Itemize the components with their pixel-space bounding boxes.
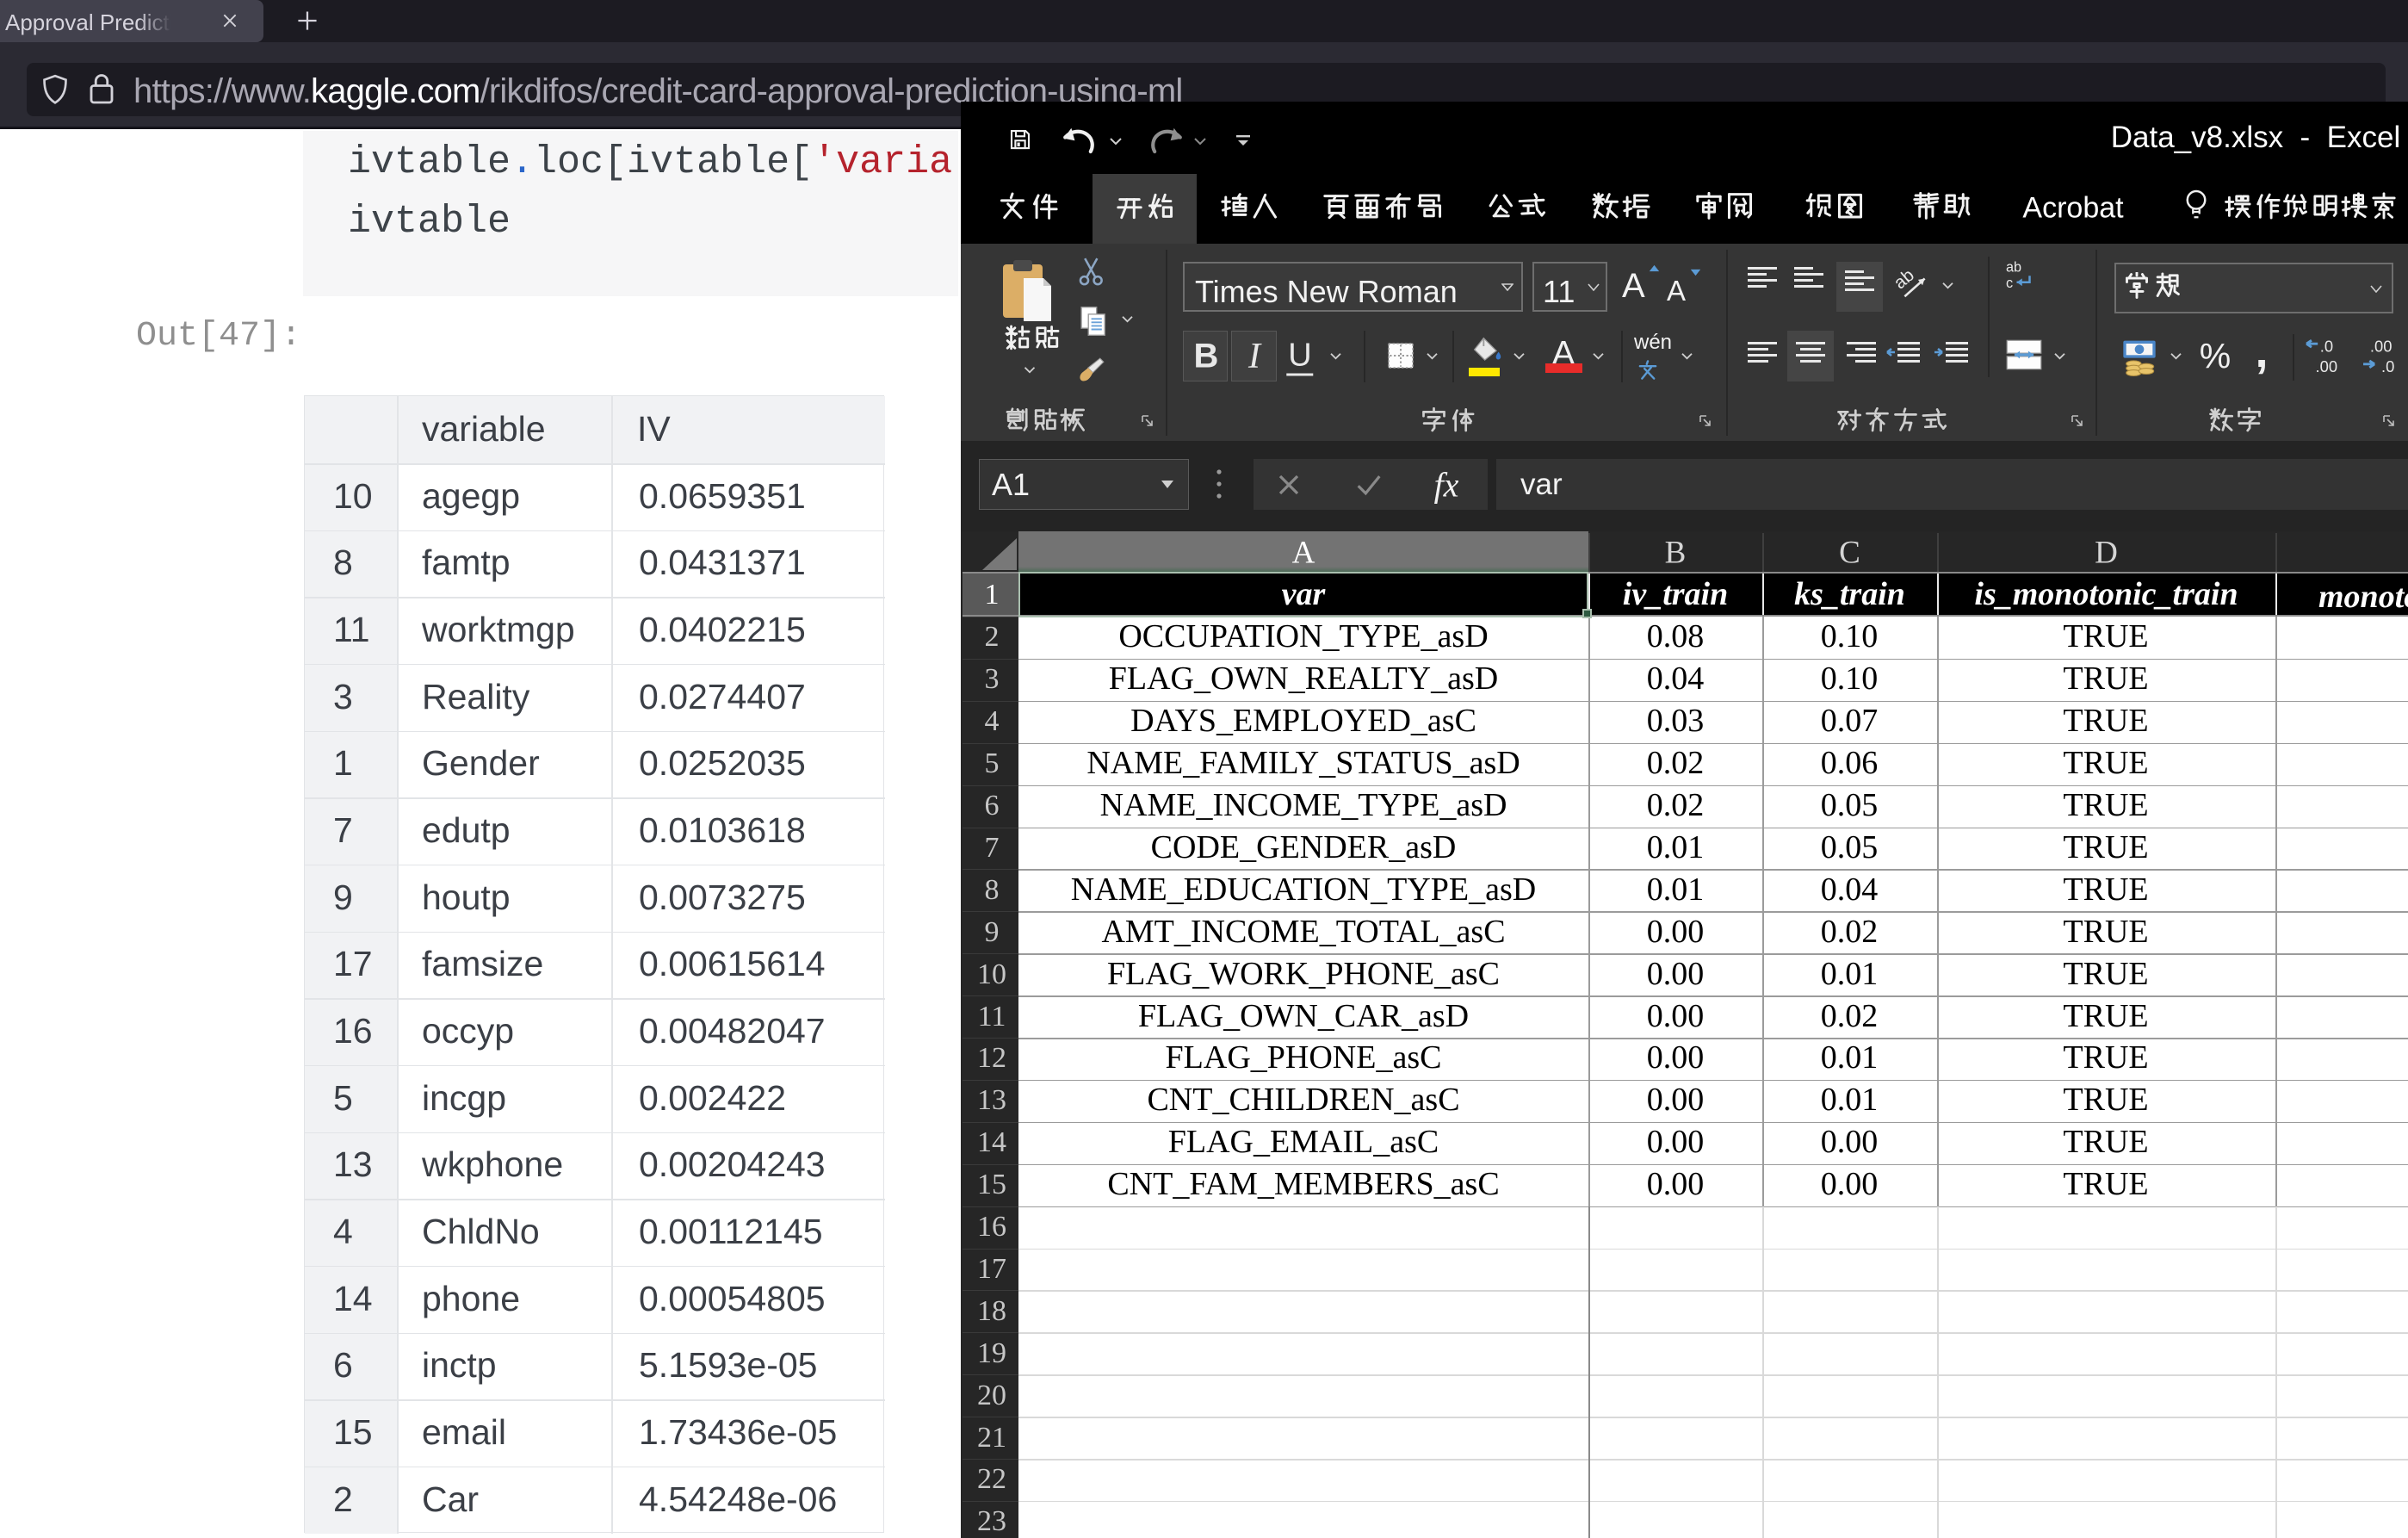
svg-text:.00: .00 — [2370, 337, 2393, 355]
svg-text:.0: .0 — [2320, 337, 2333, 355]
svg-text:.0: .0 — [2381, 357, 2394, 375]
svg-text:.00: .00 — [2316, 357, 2338, 375]
svg-text:c: c — [2006, 276, 2013, 291]
svg-text:ab: ab — [2006, 259, 2021, 275]
